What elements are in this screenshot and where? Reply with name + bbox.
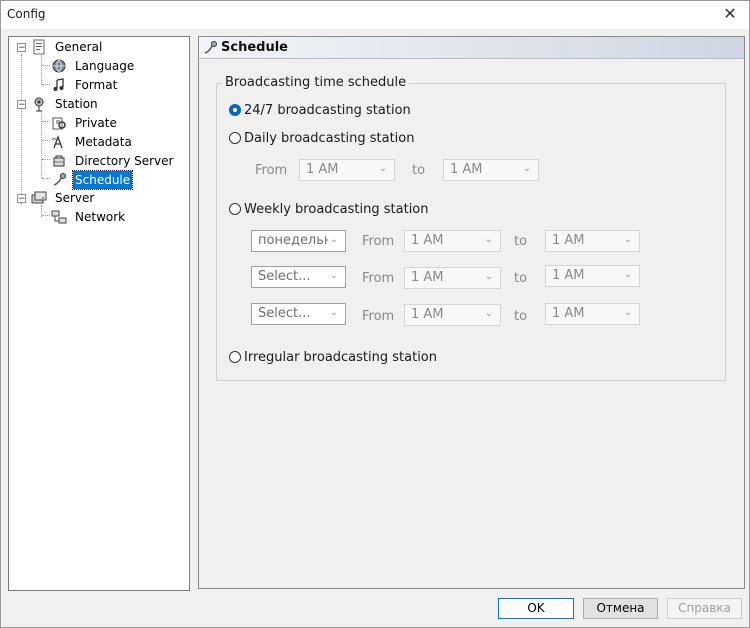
schedule-panel: Schedule Broadcasting time schedule 24/7… [198,36,745,589]
panel-title: Schedule [221,40,288,55]
help-button[interactable]: Справка [667,598,742,619]
weekly-from-select-2[interactable]: 1 AM ⌄ [404,267,501,289]
tree-label: Network [75,210,126,224]
weekly-to-select-2[interactable]: 1 AM ⌄ [545,265,640,287]
tree-label: Metadata [75,135,132,149]
tree-item-format[interactable]: Format [9,76,187,94]
weekly-to-select-3[interactable]: 1 AM ⌄ [545,303,640,325]
globe-icon [52,59,66,73]
tree-label: Station [55,97,98,111]
tree-item-directory-server[interactable]: Directory Server [9,152,187,170]
tree-label: Server [55,191,95,205]
panel-header: Schedule [199,37,744,59]
radio-label: 24/7 broadcasting station [244,103,411,118]
schedule-icon [204,41,217,54]
weekly-from-select-1[interactable]: 1 AM ⌄ [404,230,501,252]
cancel-button[interactable]: Отмена [583,598,658,619]
metadata-icon [51,135,63,149]
collapse-icon[interactable]: − [17,43,26,53]
chevron-down-icon: ⌄ [484,308,493,319]
close-icon[interactable]: ✕ [719,3,741,25]
server-icon [31,191,47,204]
radio-label: Weekly broadcasting station [244,202,429,217]
tree-label-selected: Schedule [71,170,134,190]
tree-item-metadata[interactable]: Metadata [9,133,187,151]
select-value: понедельн [258,233,328,248]
ok-button[interactable]: OK [498,598,574,619]
chevron-down-icon: ⌄ [623,307,632,318]
select-value: 1 AM [411,270,444,285]
tree-label: General [55,40,103,54]
tree-label: Language [75,59,135,73]
radio-label: Irregular broadcasting station [244,350,437,365]
weekly-from-label: From [362,309,395,324]
weekly-day-select-3[interactable]: Select... ⌄ [251,303,346,325]
schedule-icon [53,173,66,186]
select-value: 1 AM [306,162,339,177]
weekly-from-select-3[interactable]: 1 AM ⌄ [404,304,501,326]
music-note-icon [53,78,64,91]
collapse-icon[interactable]: − [17,100,26,110]
weekly-to-label: to [514,234,528,249]
tree-item-private[interactable]: Private [9,114,187,132]
tree-item-schedule[interactable]: Schedule [9,170,187,190]
radio-checked-icon[interactable] [229,104,241,116]
radio-unchecked-icon[interactable] [229,203,241,215]
directory-server-icon [53,155,65,167]
chevron-down-icon: ⌄ [484,234,493,245]
tree-item-station[interactable]: − Station [9,95,187,113]
select-value: 1 AM [411,233,444,248]
tree-item-network[interactable]: Network [9,208,187,226]
config-window: Config ✕ − General Language Format − Sta… [0,0,750,628]
chevron-down-icon: ⌄ [329,307,338,318]
chevron-down-icon: ⌄ [623,269,632,280]
private-key-icon [52,117,66,130]
chevron-down-icon: ⌄ [329,234,338,245]
select-value: 1 AM [411,307,444,322]
select-value: 1 AM [552,268,585,283]
network-icon [51,210,67,224]
daily-from-label: From [255,163,288,178]
tree-item-general[interactable]: − General [9,38,187,56]
select-value: Select... [258,306,311,321]
radio-label: Daily broadcasting station [244,131,415,146]
chevron-down-icon: ⌄ [484,271,493,282]
radio-unchecked-icon[interactable] [229,132,241,144]
settings-tree[interactable]: − General Language Format − Station Priv… [8,36,190,591]
chevron-down-icon: ⌄ [623,234,632,245]
collapse-icon[interactable]: − [17,194,26,204]
select-value: 1 AM [552,233,585,248]
radio-unchecked-icon[interactable] [229,351,241,363]
select-value: Select... [258,269,311,284]
tree-label: Directory Server [75,154,174,168]
daily-from-select[interactable]: 1 AM ⌄ [299,159,395,181]
chevron-down-icon: ⌄ [329,270,338,281]
chevron-down-icon: ⌄ [378,163,387,174]
weekly-from-label: From [362,271,395,286]
weekly-day-select-1[interactable]: понедельн ⌄ [251,230,346,252]
settings-page-icon [33,39,45,55]
select-value: 1 AM [450,162,483,177]
weekly-to-label: to [514,271,528,286]
radio-station-icon [34,97,44,112]
window-title: Config [7,7,46,21]
daily-to-label: to [412,163,426,178]
select-value: 1 AM [552,306,585,321]
daily-to-select[interactable]: 1 AM ⌄ [443,159,539,181]
weekly-to-select-1[interactable]: 1 AM ⌄ [545,230,640,252]
tree-item-server[interactable]: − Server [9,189,187,207]
weekly-day-select-2[interactable]: Select... ⌄ [251,266,346,288]
title-bar: Config ✕ [1,1,749,29]
tree-item-language[interactable]: Language [9,57,187,75]
weekly-from-label: From [362,234,395,249]
weekly-to-label: to [514,309,528,324]
tree-label: Private [75,116,117,130]
tree-label: Format [75,78,118,92]
chevron-down-icon: ⌄ [522,163,531,174]
groupbox-label: Broadcasting time schedule [222,75,410,90]
